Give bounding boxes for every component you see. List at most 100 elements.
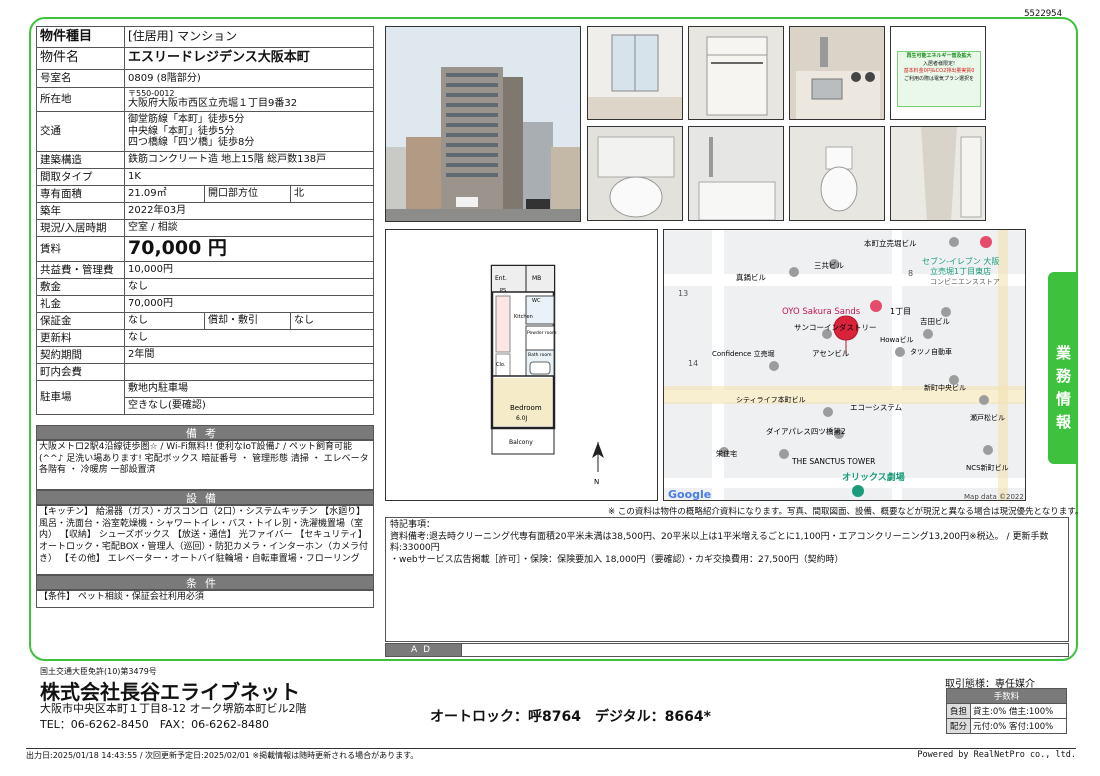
contract-value: 2年間: [124, 346, 374, 364]
special-notes: 特記事項： 資料備考:退去時クリーニング代専有面積20平米未満は38,500円、…: [385, 517, 1069, 642]
allotment-values: 元付:0% 客付:100%: [970, 718, 1067, 734]
burden-label: 負担: [946, 703, 971, 719]
postal-code: 〒550-0012: [128, 89, 175, 99]
plan-label: Ent.: [495, 275, 507, 282]
map-label: ダイアパレス四ツ橋第2: [766, 426, 846, 436]
common-fee-value: 10,000円: [124, 261, 374, 279]
closet-photo: [688, 26, 784, 120]
map-label: 14: [688, 359, 698, 368]
energy-poster-photo: 再生可能エネルギー普及拡大 入居者様限定! 基本料金0円&CO2排出量実質0 ご…: [890, 26, 986, 120]
area-label: 専有面積: [36, 185, 125, 203]
powered-by: Powered by RealNetPro co., ltd.: [917, 750, 1076, 760]
built-label: 築年: [36, 202, 125, 220]
plan-label: WC: [532, 298, 541, 304]
map-label: 13: [678, 289, 688, 298]
map-label: シティライフ本町ビル: [736, 395, 806, 404]
map-label: 栄住宅: [716, 449, 737, 458]
facilities-header: 設備: [36, 490, 374, 505]
access-line: 御堂筋線「本町」徒歩5分: [128, 114, 245, 126]
special-notes-line: 資料備考:退去時クリーニング代専有面積20平米未満は38,500円、20平米以上…: [390, 531, 1049, 554]
map-label: Confidence 立売堀: [712, 349, 775, 358]
poster-line: ご利用の際は電気プラン選択を: [903, 75, 974, 82]
map-label: 1丁目: [890, 307, 911, 316]
map-label: セブン-イレブン 大阪: [922, 256, 999, 266]
map-label: オリックス劇場: [842, 471, 905, 483]
address-value: 大阪府大阪市西区立売堀１丁目9番32: [128, 98, 298, 110]
company-address: 大阪市中央区本町１丁目8-12 オーク堺筋本町ビル2階: [40, 702, 307, 715]
poster-line: 入居者様限定!: [922, 60, 955, 67]
plan-label: Bath room: [528, 352, 552, 358]
map-label: 8: [908, 269, 913, 278]
poster-line: 再生可能エネルギー普及拡大: [906, 53, 972, 59]
ad-label: AD: [386, 644, 461, 656]
washbasin-photo: [587, 126, 683, 221]
building-exterior-photo: [385, 26, 581, 222]
map-label: 真鍋ビル: [736, 272, 766, 282]
status-label: 現況/入居時期: [36, 219, 125, 237]
plan-label: MB: [532, 275, 541, 282]
map-label: 本町立売堀ビル: [864, 238, 917, 248]
remarks-header: 備考: [36, 425, 374, 440]
guarantee-label: 保証金: [36, 312, 125, 330]
floor-plan: Ent. MB PS WC Kitchen Powder room Bath r…: [385, 229, 658, 501]
name-label: 物件名: [36, 47, 125, 70]
bathroom-photo: [688, 126, 784, 221]
room-label: 号室名: [36, 69, 125, 88]
business-info-tab[interactable]: 業務情報: [1048, 272, 1078, 464]
google-logo: Google: [668, 488, 711, 501]
output-timestamp: 出力日:2025/01/18 14:43:55 / 次回更新予定日:2025/0…: [26, 751, 419, 760]
map-label: サンコーインダストリー: [794, 322, 877, 332]
poster-line: 基本料金0円&CO2排出量実質0: [903, 68, 975, 74]
access-label: 交通: [36, 111, 125, 152]
name-value: エスリードレジデンス大阪本町: [124, 47, 374, 70]
plan-label: Clo.: [496, 362, 506, 368]
north-arrow-icon: [592, 442, 604, 472]
plan-label: PS: [500, 288, 506, 294]
living-room-photo: [587, 26, 683, 120]
conditions-header: 条件: [36, 575, 374, 590]
built-value: 2022年03月: [124, 202, 374, 220]
ad-bar: AD: [385, 643, 1069, 657]
location-map[interactable]: 本町立売堀ビル セブン-イレブン 大阪 立売堀1丁目東店 コンビニエンスストア …: [663, 229, 1026, 501]
map-label: 三共ビル: [814, 261, 844, 270]
parking-availability: 空きなし(要確認): [124, 397, 374, 415]
contract-label: 契約期間: [36, 346, 125, 364]
plan-label: N: [594, 478, 599, 486]
map-label: アセンビル: [812, 349, 850, 358]
room-value: 0809 (8階部分): [124, 69, 374, 88]
map-label: OYO Sakura Sands: [782, 307, 861, 317]
disclaimer: ※ この資料は物件の概略紹介資料になります。写真、間取図面、設備、概要などが現況…: [608, 507, 1084, 517]
map-label: エコーシステム: [850, 403, 902, 412]
access-line: 中央線「本町」徒歩5分: [128, 125, 235, 137]
layout-label: 間取タイプ: [36, 168, 125, 186]
direction-value: 北: [290, 185, 374, 203]
autolock-code: オートロック：呼8764 デジタル：8664*: [430, 709, 711, 725]
town-fee-value: [124, 363, 374, 381]
map-label: コンビニエンスストア: [930, 277, 1000, 286]
kitchen-photo: [789, 26, 885, 120]
plan-label: Bedroom: [510, 404, 542, 412]
guarantee-value: なし: [124, 312, 205, 330]
deposit-value: なし: [124, 278, 374, 296]
footer-divider: [26, 748, 1076, 749]
remarks-body: 大阪メトロ2駅4沿線徒歩圏☆ / Wi-Fi無料!! 便利なIoT設備♪ / ペ…: [36, 440, 374, 490]
map-label: 吉田ビル: [920, 317, 950, 326]
type-value: [住居用] マンション: [124, 26, 374, 48]
structure-value: 鉄筋コンクリート造 地上15階 総戸数138戸: [124, 151, 374, 169]
common-fee-label: 共益費・管理費: [36, 261, 125, 279]
plan-label: Powder room: [527, 330, 557, 336]
map-label: 新町中央ビル: [924, 383, 966, 392]
renewal-label: 更新料: [36, 329, 125, 347]
amortization-value: なし: [290, 312, 374, 330]
rent-value: 70,000 円: [124, 236, 374, 262]
facilities-body: 【キッチン】 給湯器（ガス）・ガスコンロ（2口）・システムキッチン 【水廻り】 …: [36, 505, 374, 575]
town-fee-label: 町内会費: [36, 363, 125, 381]
renewal-value: なし: [124, 329, 374, 347]
map-label: Howaビル: [880, 335, 914, 344]
plan-label: Kitchen: [514, 314, 533, 320]
conditions-body: 【条件】 ペット相談・保証会社利用必須: [36, 590, 374, 608]
map-label: THE SANCTUS TOWER: [791, 457, 875, 466]
parking-value: 敷地内駐車場: [124, 380, 374, 398]
parking-label: 駐車場: [36, 380, 125, 415]
plan-label: Balcony: [509, 439, 533, 446]
